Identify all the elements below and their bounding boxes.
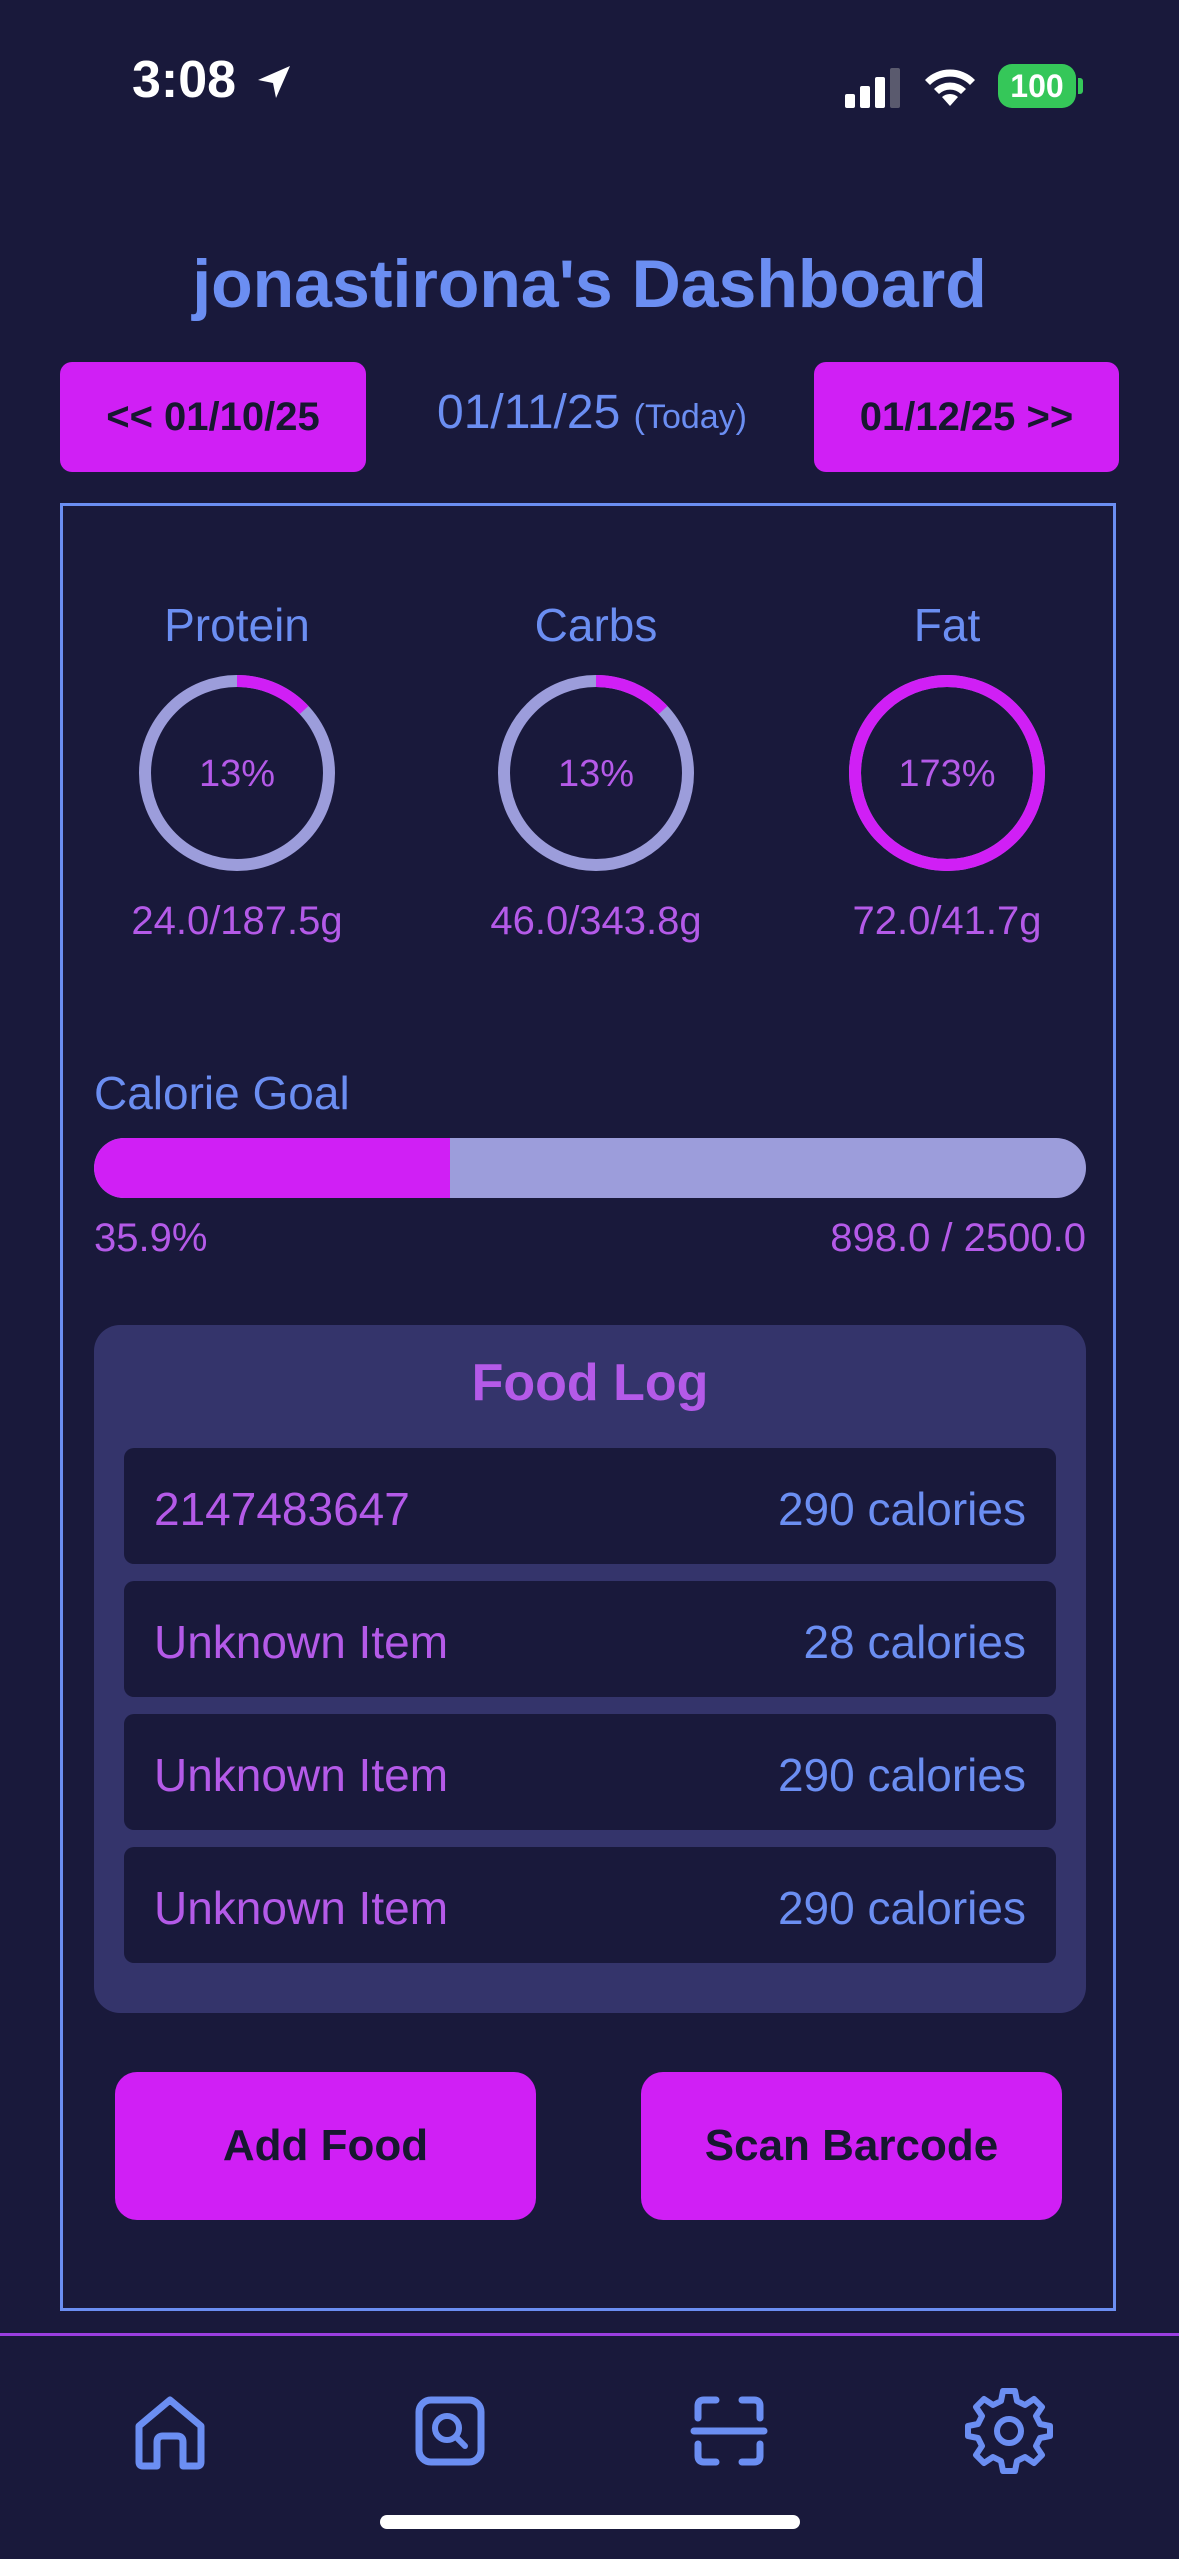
macro-values: 46.0/343.8g bbox=[490, 899, 702, 943]
food-log-item[interactable]: 2147483647 290 calories bbox=[124, 1448, 1056, 1564]
macro-label: Protein bbox=[164, 599, 310, 651]
current-date: 01/11/25 (Today) bbox=[380, 385, 804, 440]
macro-percent: 173% bbox=[898, 753, 995, 795]
macro-ring: 13% bbox=[139, 675, 335, 871]
previous-day-button[interactable]: << 01/10/25 bbox=[60, 362, 366, 472]
food-calories: 290 calories bbox=[777, 1882, 1026, 1934]
today-note: (Today) bbox=[633, 398, 747, 436]
wifi-icon bbox=[925, 69, 975, 106]
barcode-scan-icon[interactable] bbox=[684, 2386, 774, 2476]
status-time: 3:08 bbox=[132, 51, 237, 109]
search-icon[interactable] bbox=[405, 2386, 495, 2476]
battery-icon bbox=[1078, 78, 1083, 94]
food-log-item[interactable]: Unknown Item 28 calories bbox=[124, 1581, 1056, 1697]
battery-level: 100 bbox=[1010, 67, 1064, 104]
macro-percent: 13% bbox=[199, 753, 275, 795]
macro-values: 24.0/187.5g bbox=[131, 899, 343, 943]
next-day-button[interactable]: 01/12/25 >> bbox=[814, 362, 1119, 472]
food-log-item[interactable]: Unknown Item 290 calories bbox=[124, 1714, 1056, 1830]
home-icon[interactable] bbox=[125, 2386, 215, 2476]
calorie-progress-bar bbox=[94, 1138, 1086, 1198]
food-name: 2147483647 bbox=[154, 1483, 410, 1535]
food-log-card: Food Log 2147483647 290 calories Unknown… bbox=[94, 1325, 1086, 2013]
macro-label: Carbs bbox=[534, 599, 658, 651]
food-calories: 290 calories bbox=[777, 1749, 1026, 1801]
macro-percent: 13% bbox=[558, 753, 634, 795]
status-bar: 3:08 100 bbox=[0, 0, 1179, 170]
calorie-percent: 35.9% bbox=[94, 1216, 208, 1260]
add-food-button[interactable]: Add Food bbox=[115, 2072, 536, 2220]
home-indicator bbox=[380, 2515, 800, 2529]
macro-ring: 13% bbox=[498, 675, 694, 871]
macro-label: Fat bbox=[913, 599, 981, 651]
current-date-value: 01/11/25 bbox=[437, 386, 621, 439]
calorie-progress-fill bbox=[94, 1138, 451, 1198]
location-arrow-icon bbox=[258, 66, 290, 98]
macro-ring: 173% bbox=[849, 675, 1045, 871]
page-title: jonastirona's Dashboard bbox=[192, 246, 987, 322]
calorie-goal-label: Calorie Goal bbox=[94, 1067, 350, 1119]
macro-values: 72.0/41.7g bbox=[852, 899, 1042, 943]
food-log-item[interactable]: Unknown Item 290 calories bbox=[124, 1847, 1056, 1963]
settings-gear-icon[interactable] bbox=[964, 2386, 1054, 2476]
food-log-title: Food Log bbox=[471, 1354, 709, 1412]
food-name: Unknown Item bbox=[154, 1616, 449, 1668]
macro-protein: Protein 13% 24.0/187.5g bbox=[107, 595, 367, 944]
macro-carbs: Carbs 13% 46.0/343.8g bbox=[466, 595, 726, 944]
calorie-count: 898.0 / 2500.0 bbox=[830, 1216, 1086, 1260]
macro-fat: Fat 173% 72.0/41.7g bbox=[817, 595, 1077, 944]
food-name: Unknown Item bbox=[154, 1749, 449, 1801]
cellular-signal-icon bbox=[845, 68, 900, 108]
food-calories: 290 calories bbox=[777, 1483, 1026, 1535]
scan-barcode-button[interactable]: Scan Barcode bbox=[641, 2072, 1062, 2220]
food-name: Unknown Item bbox=[154, 1882, 449, 1934]
food-calories: 28 calories bbox=[803, 1616, 1026, 1668]
battery-indicator: 100 bbox=[998, 64, 1076, 108]
